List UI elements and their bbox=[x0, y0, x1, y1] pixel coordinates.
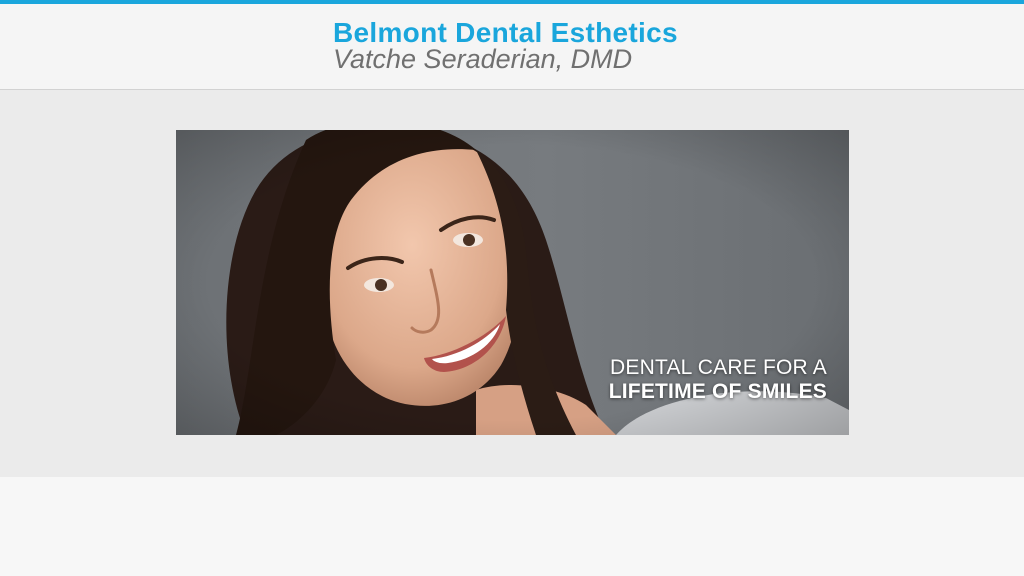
hero-caption-line2: LIFETIME OF SMILES bbox=[608, 380, 827, 403]
footer-band bbox=[0, 477, 1024, 576]
hero-banner: DENTAL CARE FOR A LIFETIME OF SMILES bbox=[176, 130, 849, 435]
site-subtitle: Vatche Seraderian, DMD bbox=[333, 44, 633, 74]
brand[interactable]: Belmont Dental Esthetics Vatche Seraderi… bbox=[333, 17, 678, 73]
hero-caption-line1: DENTAL CARE FOR A bbox=[610, 356, 827, 379]
hero-caption: DENTAL CARE FOR A LIFETIME OF SMILES bbox=[609, 356, 827, 404]
site-header: Belmont Dental Esthetics Vatche Seraderi… bbox=[0, 4, 1024, 90]
